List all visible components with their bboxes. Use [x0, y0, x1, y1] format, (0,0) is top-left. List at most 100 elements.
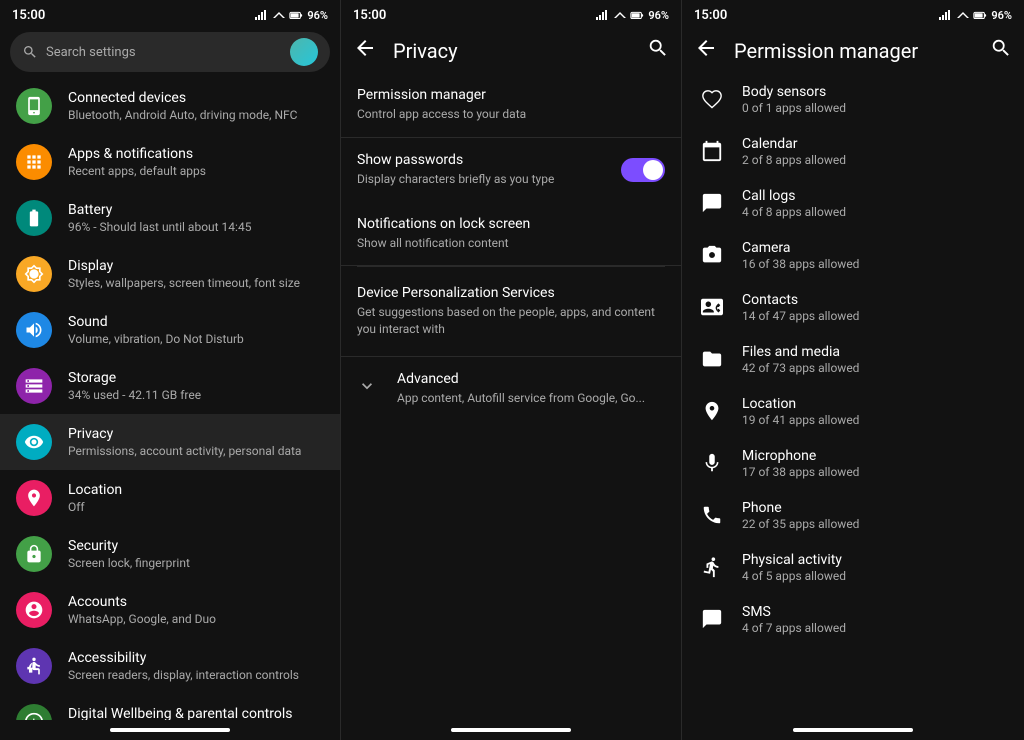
- privacy-icon: [16, 424, 52, 460]
- device-personalization-item[interactable]: Device Personalization Services Get sugg…: [341, 267, 681, 357]
- location-perm-subtitle: 19 of 41 apps allowed: [742, 413, 1008, 427]
- perm-microphone[interactable]: Microphone 17 of 38 apps allowed: [682, 437, 1024, 489]
- perm-phone[interactable]: Phone 22 of 35 apps allowed: [682, 489, 1024, 541]
- sound-title: Sound: [68, 314, 324, 330]
- perm-physical-activity[interactable]: Physical activity 4 of 5 apps allowed: [682, 541, 1024, 593]
- apps-notifications-title: Apps & notifications: [68, 146, 324, 162]
- phone-subtitle: 22 of 35 apps allowed: [742, 517, 1008, 531]
- privacy-text: Privacy Permissions, account activity, p…: [68, 426, 324, 458]
- status-icons-right: 96%: [939, 9, 1012, 22]
- back-button-right[interactable]: [694, 36, 718, 65]
- show-passwords-item[interactable]: Show passwords Display characters briefl…: [341, 138, 681, 202]
- location-perm-text: Location 19 of 41 apps allowed: [742, 396, 1008, 427]
- sidebar-item-accounts[interactable]: Accounts WhatsApp, Google, and Duo: [0, 582, 340, 638]
- body-sensors-icon: [698, 85, 726, 113]
- microphone-text: Microphone 17 of 38 apps allowed: [742, 448, 1008, 479]
- camera-text: Camera 16 of 38 apps allowed: [742, 240, 1008, 271]
- device-personalization-title: Device Personalization Services: [357, 285, 665, 301]
- location-subtitle: Off: [68, 500, 324, 514]
- sms-text: SMS 4 of 7 apps allowed: [742, 604, 1008, 635]
- sidebar-item-privacy[interactable]: Privacy Permissions, account activity, p…: [0, 414, 340, 470]
- perm-files-media[interactable]: Files and media 42 of 73 apps allowed: [682, 333, 1024, 385]
- notifications-lock-screen-item[interactable]: Notifications on lock screen Show all no…: [341, 202, 681, 267]
- battery-text: Battery 96% - Should last until about 14…: [68, 202, 324, 234]
- bottom-bar-mid: [451, 728, 571, 732]
- perm-sms[interactable]: SMS 4 of 7 apps allowed: [682, 593, 1024, 645]
- body-sensors-text: Body sensors 0 of 1 apps allowed: [742, 84, 1008, 115]
- sidebar-item-display[interactable]: Display Styles, wallpapers, screen timeo…: [0, 246, 340, 302]
- calendar-icon: [698, 137, 726, 165]
- digital-wellbeing-title: Digital Wellbeing & parental controls: [68, 706, 324, 720]
- connected-devices-text: Connected devices Bluetooth, Android Aut…: [68, 90, 324, 122]
- files-media-title: Files and media: [742, 344, 1008, 360]
- sidebar-item-security[interactable]: Security Screen lock, fingerprint: [0, 526, 340, 582]
- sidebar-item-accessibility[interactable]: Accessibility Screen readers, display, i…: [0, 638, 340, 694]
- accessibility-text: Accessibility Screen readers, display, i…: [68, 650, 324, 682]
- permission-manager-item[interactable]: Permission manager Control app access to…: [341, 73, 681, 138]
- sidebar-item-location[interactable]: Location Off: [0, 470, 340, 526]
- status-bar-right: 15:00 96%: [682, 0, 1024, 28]
- display-text: Display Styles, wallpapers, screen timeo…: [68, 258, 324, 290]
- advanced-item[interactable]: Advanced App content, Autofill service f…: [341, 357, 681, 421]
- sidebar-item-battery[interactable]: Battery 96% - Should last until about 14…: [0, 190, 340, 246]
- sound-icon: [16, 312, 52, 348]
- advanced-title: Advanced: [397, 371, 665, 387]
- phone-icon: [698, 501, 726, 529]
- permission-list: Body sensors 0 of 1 apps allowed Calenda…: [682, 73, 1024, 720]
- physical-activity-text: Physical activity 4 of 5 apps allowed: [742, 552, 1008, 583]
- panel-mid: 15:00 96% Privacy Permission manager: [341, 0, 682, 740]
- connected-devices-icon: [16, 88, 52, 124]
- call-logs-title: Call logs: [742, 188, 1008, 204]
- physical-activity-icon: [698, 553, 726, 581]
- connected-devices-subtitle: Bluetooth, Android Auto, driving mode, N…: [68, 108, 324, 122]
- back-button-mid[interactable]: [353, 36, 377, 65]
- sidebar-item-digital-wellbeing[interactable]: Digital Wellbeing & parental controls Sc…: [0, 694, 340, 720]
- avatar[interactable]: [290, 38, 318, 66]
- microphone-icon: [698, 449, 726, 477]
- perm-call-logs[interactable]: Call logs 4 of 8 apps allowed: [682, 177, 1024, 229]
- phone-text: Phone 22 of 35 apps allowed: [742, 500, 1008, 531]
- physical-activity-subtitle: 4 of 5 apps allowed: [742, 569, 1008, 583]
- sms-title: SMS: [742, 604, 1008, 620]
- sound-text: Sound Volume, vibration, Do Not Disturb: [68, 314, 324, 346]
- sidebar-item-sound[interactable]: Sound Volume, vibration, Do Not Disturb: [0, 302, 340, 358]
- sms-icon: [698, 605, 726, 633]
- accessibility-subtitle: Screen readers, display, interaction con…: [68, 668, 324, 682]
- apps-notifications-icon: [16, 144, 52, 180]
- perm-body-sensors[interactable]: Body sensors 0 of 1 apps allowed: [682, 73, 1024, 125]
- accounts-title: Accounts: [68, 594, 324, 610]
- battery-icon: [16, 200, 52, 236]
- perm-camera[interactable]: Camera 16 of 38 apps allowed: [682, 229, 1024, 281]
- bottom-indicator-left: [0, 720, 340, 740]
- advanced-subtitle: App content, Autofill service from Googl…: [397, 390, 665, 407]
- show-passwords-toggle[interactable]: [621, 158, 665, 182]
- contacts-icon: [698, 293, 726, 321]
- security-icon: [16, 536, 52, 572]
- files-media-text: Files and media 42 of 73 apps allowed: [742, 344, 1008, 375]
- search-button-right[interactable]: [990, 37, 1012, 64]
- search-button-mid[interactable]: [647, 37, 669, 64]
- sidebar-item-connected-devices[interactable]: Connected devices Bluetooth, Android Aut…: [0, 78, 340, 134]
- display-title: Display: [68, 258, 324, 274]
- apps-notifications-subtitle: Recent apps, default apps: [68, 164, 324, 178]
- perm-location[interactable]: Location 19 of 41 apps allowed: [682, 385, 1024, 437]
- perm-calendar[interactable]: Calendar 2 of 8 apps allowed: [682, 125, 1024, 177]
- time-left: 15:00: [12, 8, 45, 23]
- digital-wellbeing-text: Digital Wellbeing & parental controls Sc…: [68, 706, 324, 720]
- show-passwords-subtitle: Display characters briefly as you type: [357, 171, 609, 188]
- security-subtitle: Screen lock, fingerprint: [68, 556, 324, 570]
- permission-manager-header: Permission manager: [682, 28, 1024, 73]
- connected-devices-title: Connected devices: [68, 90, 324, 106]
- perm-contacts[interactable]: Contacts 14 of 47 apps allowed: [682, 281, 1024, 333]
- digital-wellbeing-icon: [16, 704, 52, 720]
- apps-notifications-text: Apps & notifications Recent apps, defaul…: [68, 146, 324, 178]
- accounts-icon: [16, 592, 52, 628]
- sidebar-item-storage[interactable]: Storage 34% used - 42.11 GB free: [0, 358, 340, 414]
- search-bar[interactable]: Search settings: [10, 32, 330, 72]
- sidebar-item-apps-notifications[interactable]: Apps & notifications Recent apps, defaul…: [0, 134, 340, 190]
- contacts-text: Contacts 14 of 47 apps allowed: [742, 292, 1008, 323]
- permission-manager-title: Permission manager: [734, 39, 974, 63]
- accessibility-icon: [16, 648, 52, 684]
- calendar-text: Calendar 2 of 8 apps allowed: [742, 136, 1008, 167]
- bottom-bar-left: [110, 728, 230, 732]
